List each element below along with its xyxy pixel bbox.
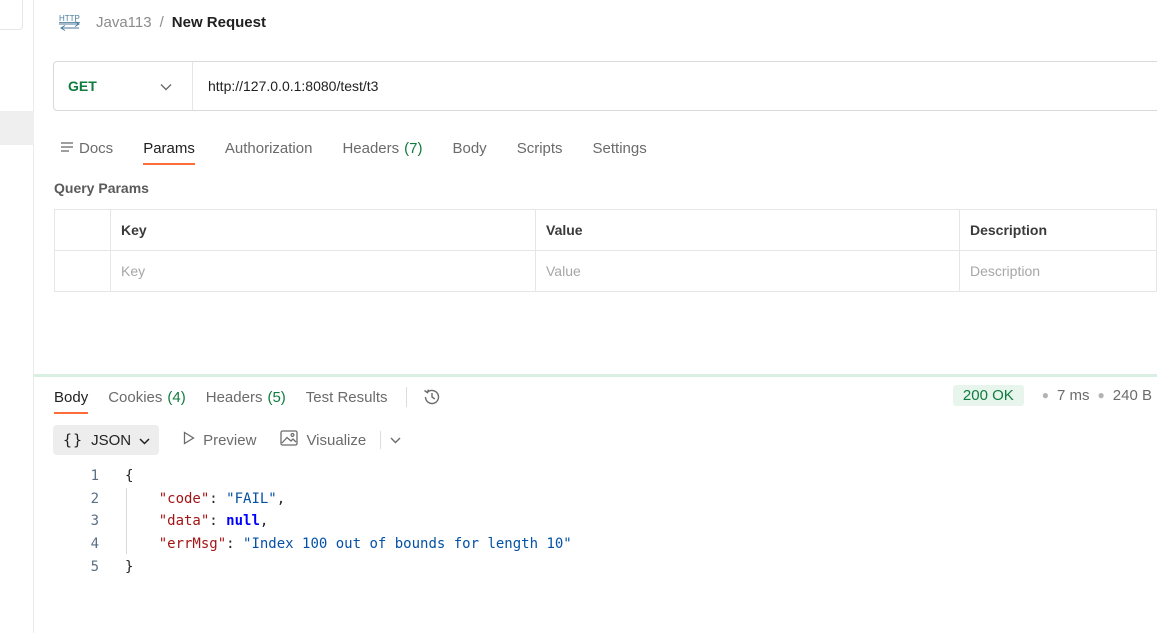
tab-scripts-label: Scripts [516, 139, 563, 157]
history-icon[interactable] [421, 386, 443, 408]
visualize-button[interactable]: Visualize [280, 430, 366, 450]
code-line: 5 } [34, 556, 572, 579]
tab-authorization[interactable]: Authorization [225, 131, 313, 165]
format-label: JSON [91, 431, 132, 449]
tab-docs[interactable]: Docs [60, 131, 113, 165]
json-key: "code" [158, 490, 210, 507]
url-input[interactable]: http://127.0.0.1:8080/test/t3 [193, 62, 1157, 110]
close-brace: } [125, 558, 134, 575]
response-tabs: Body Cookies (4) Headers (5) Test Result… [54, 380, 443, 414]
tab-settings-label: Settings [592, 139, 647, 157]
format-select[interactable]: {} JSON [53, 425, 160, 455]
line-number: 5 [90, 558, 99, 575]
query-params-title: Query Params [54, 180, 149, 196]
json-value: null [226, 513, 260, 530]
code-line: 4 "errMsg": "Index 100 out of bounds for… [34, 533, 572, 556]
description-input[interactable]: Description [959, 250, 1157, 292]
table-header-row: Key Value Description [54, 209, 1157, 251]
key-input[interactable]: Key [110, 250, 536, 292]
code-line: 3 "data": null, [34, 510, 572, 533]
tab-response-body[interactable]: Body [54, 380, 89, 414]
tab-cookies[interactable]: Cookies (4) [108, 380, 186, 414]
query-params-table: Key Value Description Key Value Descript… [54, 209, 1157, 292]
response-format-bar: {} JSON Preview Visualize [53, 425, 403, 455]
json-braces-icon: {} [63, 431, 84, 449]
tab-test-results-label: Test Results [305, 388, 388, 406]
tab-cookies-count: (4) [167, 388, 186, 406]
json-key: "data" [158, 513, 210, 530]
json-value: "Index 100 out of bounds for length 10" [243, 536, 572, 553]
description-column-header: Description [959, 209, 1157, 251]
breadcrumb: HTTP Java113 / New Request [58, 10, 266, 34]
json-value: "FAIL" [226, 490, 277, 507]
response-meta: 200 OK ● 7 ms ● 240 B [952, 384, 1152, 406]
response-body-editor[interactable]: 1 { 2 "code": "FAIL", 3 "data": null, 4 … [34, 465, 572, 578]
tab-body-label: Body [452, 139, 487, 157]
tab-headers-count: (7) [404, 139, 423, 157]
sidebar-top-tab[interactable] [0, 0, 23, 30]
response-time[interactable]: 7 ms [1057, 387, 1090, 404]
open-brace: { [125, 468, 134, 484]
row-checkbox-cell[interactable] [54, 250, 111, 292]
url-bar: GET http://127.0.0.1:8080/test/t3 [53, 61, 1157, 111]
image-icon [280, 430, 299, 450]
visualize-options-chevron-icon[interactable] [387, 432, 403, 448]
value-column-header: Value [535, 209, 960, 251]
tab-authorization-label: Authorization [224, 139, 313, 157]
code-line: 1 { [34, 465, 572, 488]
tab-response-body-label: Body [54, 388, 89, 406]
tab-response-headers-label: Headers [205, 388, 263, 406]
breadcrumb-separator: / [159, 13, 164, 31]
http-icon: HTTP [58, 12, 82, 32]
key-column-header: Key [110, 209, 536, 251]
tab-test-results[interactable]: Test Results [306, 380, 388, 414]
sidebar-selected-item[interactable] [0, 111, 34, 145]
play-icon [183, 431, 195, 449]
request-panel: HTTP Java113 / New Request GET http://12… [34, 0, 1157, 633]
chevron-down-icon [160, 78, 172, 94]
method-label: GET [68, 78, 97, 94]
tab-settings[interactable]: Settings [593, 131, 647, 165]
table-row: Key Value Description [54, 250, 1157, 292]
line-number: 1 [90, 468, 99, 484]
value-input[interactable]: Value [535, 250, 960, 292]
tab-body[interactable]: Body [452, 131, 486, 165]
tab-cookies-label: Cookies [108, 388, 163, 406]
request-title[interactable]: New Request [172, 14, 266, 31]
visualize-label: Visualize [306, 431, 367, 449]
line-number: 3 [90, 513, 99, 530]
preview-button[interactable]: Preview [183, 431, 256, 449]
meta-dot-separator: ● [1097, 388, 1105, 402]
left-sidebar-strip [0, 0, 34, 633]
tab-headers-label: Headers [342, 139, 400, 157]
checkbox-column-header [54, 209, 111, 251]
method-select[interactable]: GET [54, 62, 193, 110]
tab-response-headers-count: (5) [267, 388, 286, 406]
docs-icon [60, 140, 74, 157]
request-tabs: Docs Params Authorization Headers (7) Bo… [60, 131, 677, 165]
line-number: 2 [90, 490, 99, 507]
response-size[interactable]: 240 B [1113, 387, 1152, 404]
line-number: 4 [90, 536, 99, 553]
chevron-down-icon [139, 432, 150, 449]
breadcrumb-collection[interactable]: Java113 [96, 14, 152, 31]
meta-dot-separator: ● [1041, 388, 1050, 402]
tabs-divider [405, 387, 407, 407]
tab-params[interactable]: Params [143, 131, 195, 165]
json-key: "errMsg" [158, 536, 227, 553]
preview-label: Preview [203, 431, 257, 449]
svg-text:HTTP: HTTP [59, 14, 80, 23]
pane-resize-handle[interactable] [34, 374, 1157, 377]
tab-docs-label: Docs [79, 139, 114, 157]
tab-scripts[interactable]: Scripts [517, 131, 563, 165]
tab-headers[interactable]: Headers (7) [342, 131, 422, 165]
code-line: 2 "code": "FAIL", [34, 488, 572, 511]
tab-params-label: Params [143, 139, 195, 157]
format-bar-divider [380, 431, 382, 449]
tab-response-headers[interactable]: Headers (5) [206, 380, 286, 414]
status-badge[interactable]: 200 OK [952, 384, 1024, 406]
